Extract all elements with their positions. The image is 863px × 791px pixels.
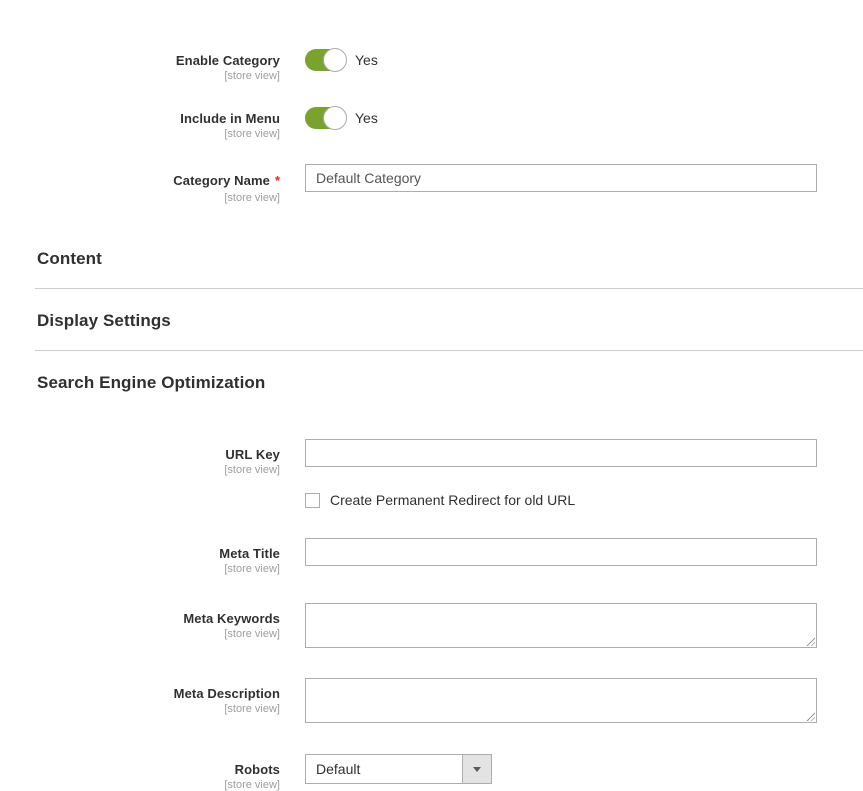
robots-row: Robots [store view] Default [0, 754, 863, 791]
category-name-label-col: Category Name * [store view] [0, 164, 280, 204]
redirect-checkbox-label: Create Permanent Redirect for old URL [330, 492, 575, 508]
enable-category-toggle-value: Yes [355, 52, 378, 68]
toggle-knob [323, 48, 347, 72]
store-view-scope: [store view] [0, 70, 280, 82]
meta-keywords-label-col: Meta Keywords [store view] [0, 603, 280, 640]
enable-category-label-col: Enable Category [store view] [0, 49, 280, 82]
chevron-down-icon [462, 755, 491, 783]
category-name-input[interactable] [305, 164, 817, 192]
include-in-menu-toggle[interactable] [305, 107, 346, 129]
redirect-checkbox[interactable] [305, 493, 320, 508]
meta-description-label-col: Meta Description [store view] [0, 678, 280, 715]
meta-title-label-col: Meta Title [store view] [0, 538, 280, 575]
section-title: Display Settings [37, 311, 171, 330]
enable-category-toggle[interactable] [305, 49, 346, 71]
redirect-empty-label-col [0, 492, 280, 496]
store-view-scope: [store view] [0, 128, 280, 140]
toggle-knob [323, 106, 347, 130]
section-header-content[interactable]: Content [37, 249, 863, 269]
meta-keywords-row: Meta Keywords [store view] [0, 603, 863, 648]
url-key-input[interactable] [305, 439, 817, 467]
meta-title-row: Meta Title [store view] [0, 538, 863, 575]
robots-select-value: Default [306, 755, 462, 783]
meta-title-label: Meta Title [0, 546, 280, 561]
store-view-scope: [store view] [0, 563, 280, 575]
enable-category-row: Enable Category [store view] Yes [0, 49, 863, 82]
meta-title-input[interactable] [305, 538, 817, 566]
include-in-menu-label: Include in Menu [0, 111, 280, 126]
seo-fields: URL Key [store view] Create Permanent Re… [0, 439, 863, 791]
meta-keywords-label: Meta Keywords [0, 611, 280, 626]
include-in-menu-row: Include in Menu [store view] Yes [0, 107, 863, 140]
redirect-row: Create Permanent Redirect for old URL [0, 492, 863, 508]
include-in-menu-label-col: Include in Menu [store view] [0, 107, 280, 140]
robots-label: Robots [0, 762, 280, 777]
store-view-scope: [store view] [0, 628, 280, 640]
url-key-label-col: URL Key [store view] [0, 439, 280, 476]
section-divider [35, 350, 863, 351]
section-title: Content [37, 249, 102, 268]
include-in-menu-toggle-value: Yes [355, 110, 378, 126]
store-view-scope: [store view] [0, 703, 280, 715]
url-key-label: URL Key [0, 447, 280, 462]
section-title: Search Engine Optimization [37, 373, 265, 392]
store-view-scope: [store view] [0, 779, 280, 791]
store-view-scope: [store view] [0, 192, 280, 204]
robots-select[interactable]: Default [305, 754, 492, 784]
enable-category-label: Enable Category [0, 53, 280, 68]
category-name-row: Category Name * [store view] [0, 164, 863, 204]
meta-description-textarea[interactable] [305, 678, 817, 723]
meta-description-label: Meta Description [0, 686, 280, 701]
required-asterisk: * [275, 173, 280, 188]
meta-description-row: Meta Description [store view] [0, 678, 863, 723]
url-key-row: URL Key [store view] [0, 439, 863, 476]
category-name-label: Category Name [173, 173, 270, 188]
robots-label-col: Robots [store view] [0, 754, 280, 791]
meta-keywords-textarea[interactable] [305, 603, 817, 648]
section-divider [35, 288, 863, 289]
store-view-scope: [store view] [0, 464, 280, 476]
category-general-fields: Enable Category [store view] Yes Include… [0, 0, 863, 204]
section-header-seo[interactable]: Search Engine Optimization [37, 373, 863, 393]
section-header-display-settings[interactable]: Display Settings [37, 311, 863, 331]
